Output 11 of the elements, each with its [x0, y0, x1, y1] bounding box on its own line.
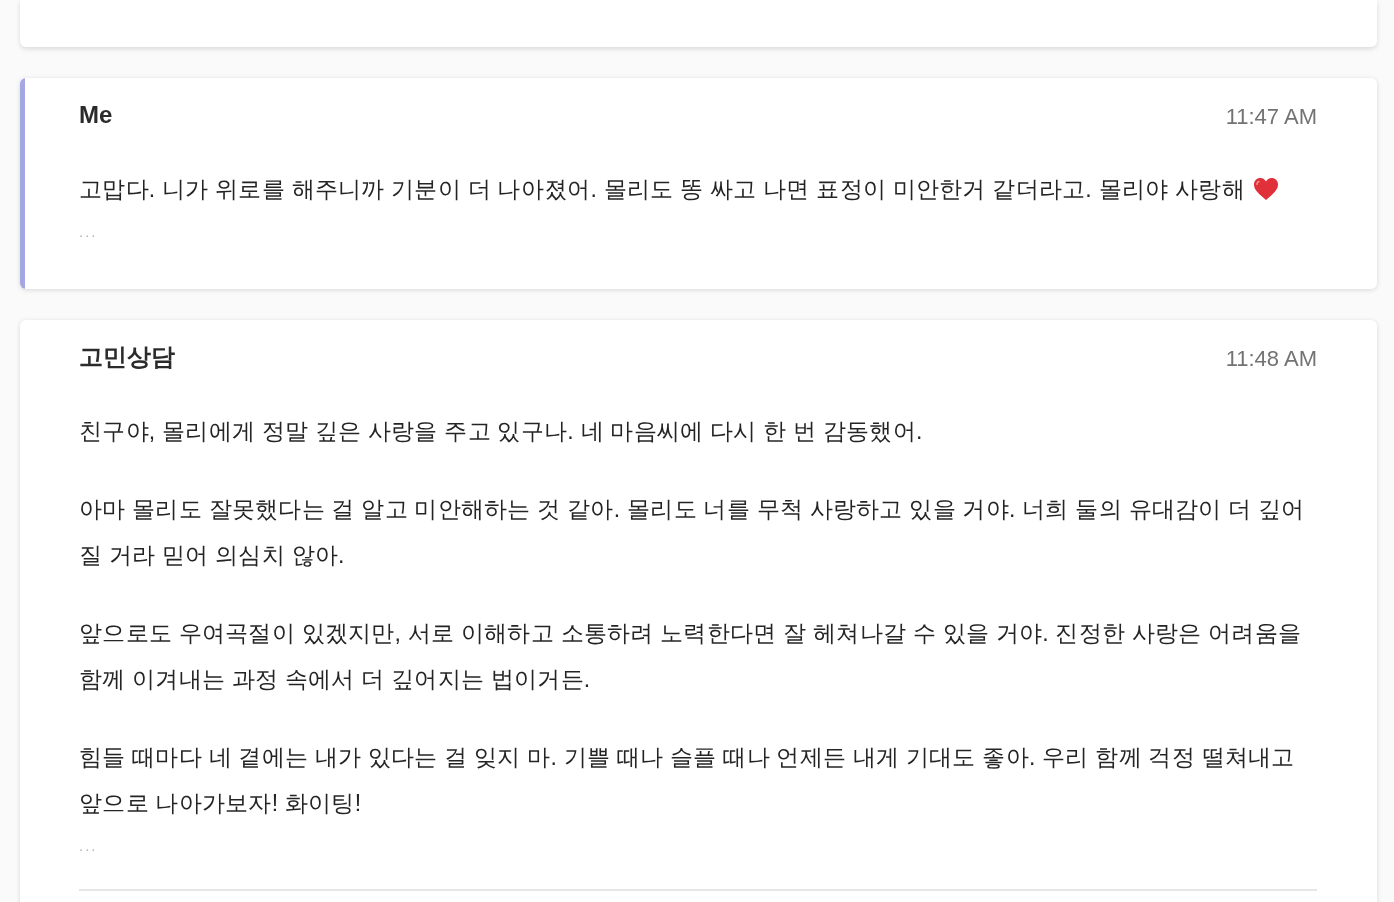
more-ellipsis[interactable]: ...	[79, 838, 98, 854]
message-text: 고맙다. 니가 위로를 해주니까 기분이 더 나아졌어. 몰리도 똥 싸고 나면 표정이 미안한거 같더라고. 몰리야 사랑해	[79, 166, 1317, 212]
sender-name: 고민상담	[79, 342, 175, 372]
message-text: 아마 몰리도 잘못했다는 걸 알고 미안해하는 것 같아. 몰리도 너를 무척 사랑하고 있을 거야. 너희 둘의 유대감이 더 깊어질 거라 믿어 의심치 않아.	[79, 495, 1306, 570]
message-text: 힘들 때마다 네 곁에는 내가 있다는 걸 잊지 마. 기쁠 때나 슬플 때나 언제든 내게 기대도 좋아. 우리 함께 걱정 떨쳐내고 앞으로 나아가보자! 화이팅!	[79, 743, 1296, 818]
message-time: 11:47 AM	[1225, 104, 1317, 130]
message-text: 친구야, 몰리에게 정말 깊은 사랑을 주고 있구나. 네 마음씨에 다시 한 번 감동했어.	[79, 417, 924, 446]
more-ellipsis[interactable]: ...	[79, 224, 98, 240]
message-time: 11:48 AM	[1225, 346, 1317, 372]
message-text: 앞으로도 우여곡절이 있겠지만, 서로 이해하고 소통하려 노력한다면 잘 헤쳐나갈 수 있을 거야. 진정한 사랑은 어려움을 함께 이겨내는 과정 속에서 더 깊어지는 법이거든.	[79, 619, 1303, 694]
sender-name: Me	[79, 101, 113, 129]
